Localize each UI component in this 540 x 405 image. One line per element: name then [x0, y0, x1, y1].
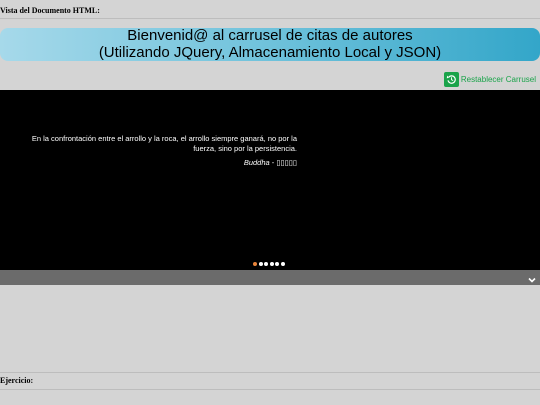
- document-view-label: Vista del Documento HTML:: [0, 6, 100, 15]
- exercise-label: Ejercicio:: [0, 376, 34, 385]
- divider: [0, 18, 540, 19]
- banner-title: Bienvenid@ al carrusel de citas de autor…: [127, 27, 413, 44]
- welcome-banner: Bienvenid@ al carrusel de citas de autor…: [0, 27, 540, 61]
- carousel-dot-5[interactable]: [275, 262, 279, 266]
- carousel-dot-3[interactable]: [264, 262, 268, 266]
- chevron-down-icon[interactable]: [527, 272, 537, 290]
- banner-subtitle: (Utilizando JQuery, Almacenamiento Local…: [98, 44, 442, 61]
- reset-icon: [443, 71, 459, 87]
- carousel-indicators: [253, 262, 285, 266]
- collapse-bar[interactable]: [0, 270, 540, 285]
- carousel-dot-2[interactable]: [258, 262, 263, 266]
- quote-carousel[interactable]: En la confrontación entre el arrollo y l…: [0, 90, 540, 270]
- divider: [0, 389, 540, 390]
- reset-carousel-label: Restablecer Carrusel: [460, 74, 536, 84]
- carousel-dot-6[interactable]: [280, 262, 285, 266]
- reset-carousel-button[interactable]: Restablecer Carrusel: [443, 71, 536, 87]
- divider: [0, 372, 540, 373]
- carousel-dot-1[interactable]: [253, 262, 257, 266]
- quote-text: En la confrontación entre el arrollo y l…: [31, 134, 297, 153]
- quote-author: Buddha - ▯▯▯▯▯: [26, 158, 297, 167]
- author-name: Buddha: [243, 158, 270, 167]
- author-native-name: ▯▯▯▯▯: [276, 158, 297, 167]
- carousel-dot-4[interactable]: [269, 262, 274, 266]
